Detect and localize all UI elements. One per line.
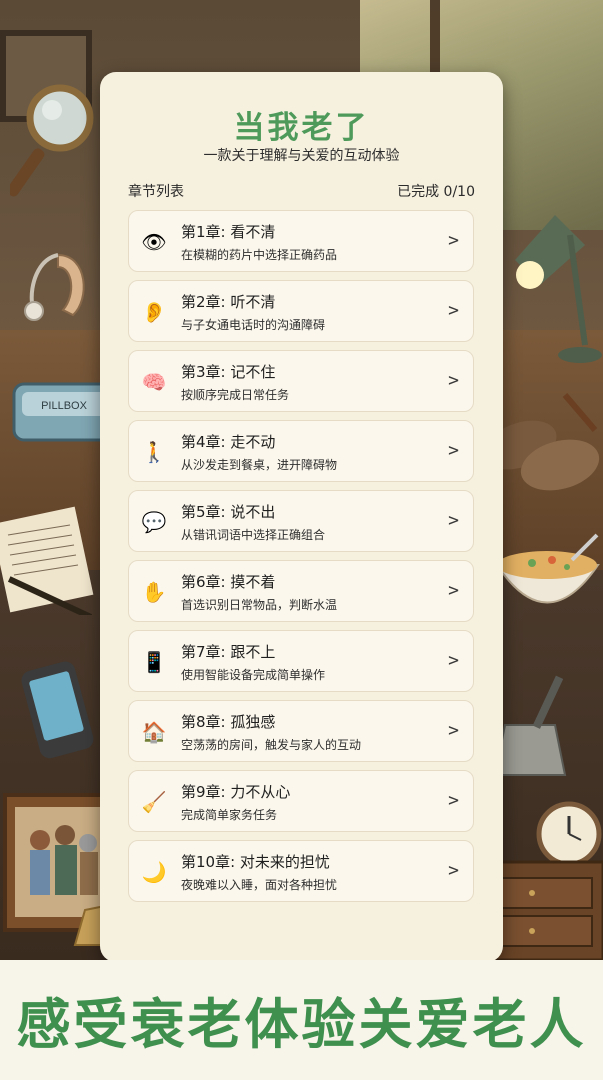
chapter-title: 第2章: 听不清 <box>181 293 276 311</box>
speech-bubble-icon: 💬 <box>141 510 167 534</box>
chapter-title: 第3章: 记不住 <box>181 363 276 381</box>
chevron-right-icon: > <box>448 720 459 741</box>
chapter-description: 夜晚难以入睡，面对各种担忧 <box>181 878 338 892</box>
chapter-title: 第5章: 说不出 <box>181 503 276 521</box>
chapter-title: 第4章: 走不动 <box>181 433 276 451</box>
brain-icon: 🧠 <box>141 370 167 394</box>
chapter-item-7[interactable]: 📱 第7章: 跟不上 使用智能设备完成简单操作 > <box>128 630 474 692</box>
chevron-right-icon: > <box>448 230 459 251</box>
chapter-description: 从沙发走到餐桌，进开障碍物 <box>181 458 338 472</box>
chapter-item-3[interactable]: 🧠 第3章: 记不住 按顺序完成日常任务 > <box>128 350 474 412</box>
chapter-list-header: 章节列表 <box>128 184 184 200</box>
chevron-right-icon: > <box>448 650 459 671</box>
hand-icon: ✋ <box>141 580 167 604</box>
chevron-right-icon: > <box>448 300 459 321</box>
app-title: 当我老了 <box>233 110 370 146</box>
crescent-moon-icon: 🌙 <box>141 860 167 884</box>
handwritten-letter-illustration <box>0 506 94 615</box>
chapter-title: 第7章: 跟不上 <box>181 643 276 661</box>
old-phone-illustration <box>21 661 94 759</box>
smartphone-icon: 📱 <box>141 650 167 674</box>
chapter-title: 第6章: 摸不着 <box>181 573 276 591</box>
slogan-text: 感受衰老体验关爱老人 <box>16 992 587 1056</box>
chapter-item-4[interactable]: 🚶 第4章: 走不动 从沙发走到餐桌，进开障碍物 > <box>128 420 474 482</box>
chapter-description: 在模糊的药片中选择正确药品 <box>181 248 338 262</box>
progress-counter: 已完成 0/10 <box>397 184 475 200</box>
bottom-banner: 感受衰老体验关爱老人 <box>0 960 603 1080</box>
chapter-title: 第1章: 看不清 <box>181 223 276 241</box>
chapter-item-1[interactable]: 👁 第1章: 看不清 在模糊的药片中选择正确药品 > <box>128 210 474 272</box>
chapter-item-2[interactable]: 👂 第2章: 听不清 与子女通电话时的沟通障碍 > <box>128 280 474 342</box>
chevron-right-icon: > <box>448 440 459 461</box>
house-icon: 🏠 <box>141 720 167 744</box>
magnifying-glass-illustration <box>10 84 94 197</box>
chapter-description: 完成简单家务任务 <box>181 808 278 822</box>
soup-bowl-illustration <box>495 533 600 604</box>
chapter-item-10[interactable]: 🌙 第10章: 对未来的担忧 夜晚难以入睡，面对各种担忧 > <box>128 840 474 902</box>
chapter-item-8[interactable]: 🏠 第8章: 孤独感 空荡荡的房间，触发与家人的互动 > <box>128 700 474 762</box>
chevron-right-icon: > <box>448 370 459 391</box>
app-subtitle: 一款关于理解与关爱的互动体验 <box>203 148 400 164</box>
desk-lamp-illustration <box>515 215 602 363</box>
chevron-right-icon: > <box>448 790 459 811</box>
chapter-list-card: 当我老了 一款关于理解与关爱的互动体验 章节列表 已完成 0/10 👁 第1章:… <box>100 72 503 962</box>
chevron-right-icon: > <box>448 860 459 881</box>
eye-icon: 👁 <box>141 230 167 254</box>
chapter-title: 第10章: 对未来的担忧 <box>181 853 330 871</box>
hearing-aid-illustration <box>24 253 85 321</box>
chapter-description: 首选识别日常物品，判断水温 <box>181 598 338 612</box>
chapter-description: 与子女通电话时的沟通障碍 <box>181 318 326 332</box>
chapter-description: 使用智能设备完成简单操作 <box>181 668 326 682</box>
broom-icon: 🧹 <box>141 790 167 814</box>
chevron-right-icon: > <box>448 510 459 531</box>
chevron-right-icon: > <box>448 580 459 601</box>
chapter-title: 第9章: 力不从心 <box>181 783 291 801</box>
chapter-description: 从错讯词语中选择正确组合 <box>181 528 326 542</box>
dustpan-illustration <box>493 675 567 776</box>
ear-icon: 👂 <box>141 300 167 324</box>
chapter-item-6[interactable]: ✋ 第6章: 摸不着 首选识别日常物品，判断水温 > <box>128 560 474 622</box>
pillbox-label: PILLBOX <box>41 400 88 412</box>
chapter-description: 按顺序完成日常任务 <box>181 388 290 402</box>
chapter-item-5[interactable]: 💬 第5章: 说不出 从错讯词语中选择正确组合 > <box>128 490 474 552</box>
walking-person-icon: 🚶 <box>141 440 167 464</box>
chapter-title: 第8章: 孤独感 <box>181 713 276 731</box>
chapter-item-9[interactable]: 🧹 第9章: 力不从心 完成简单家务任务 > <box>128 770 474 832</box>
chapter-description: 空荡荡的房间，触发与家人的互动 <box>181 738 362 752</box>
